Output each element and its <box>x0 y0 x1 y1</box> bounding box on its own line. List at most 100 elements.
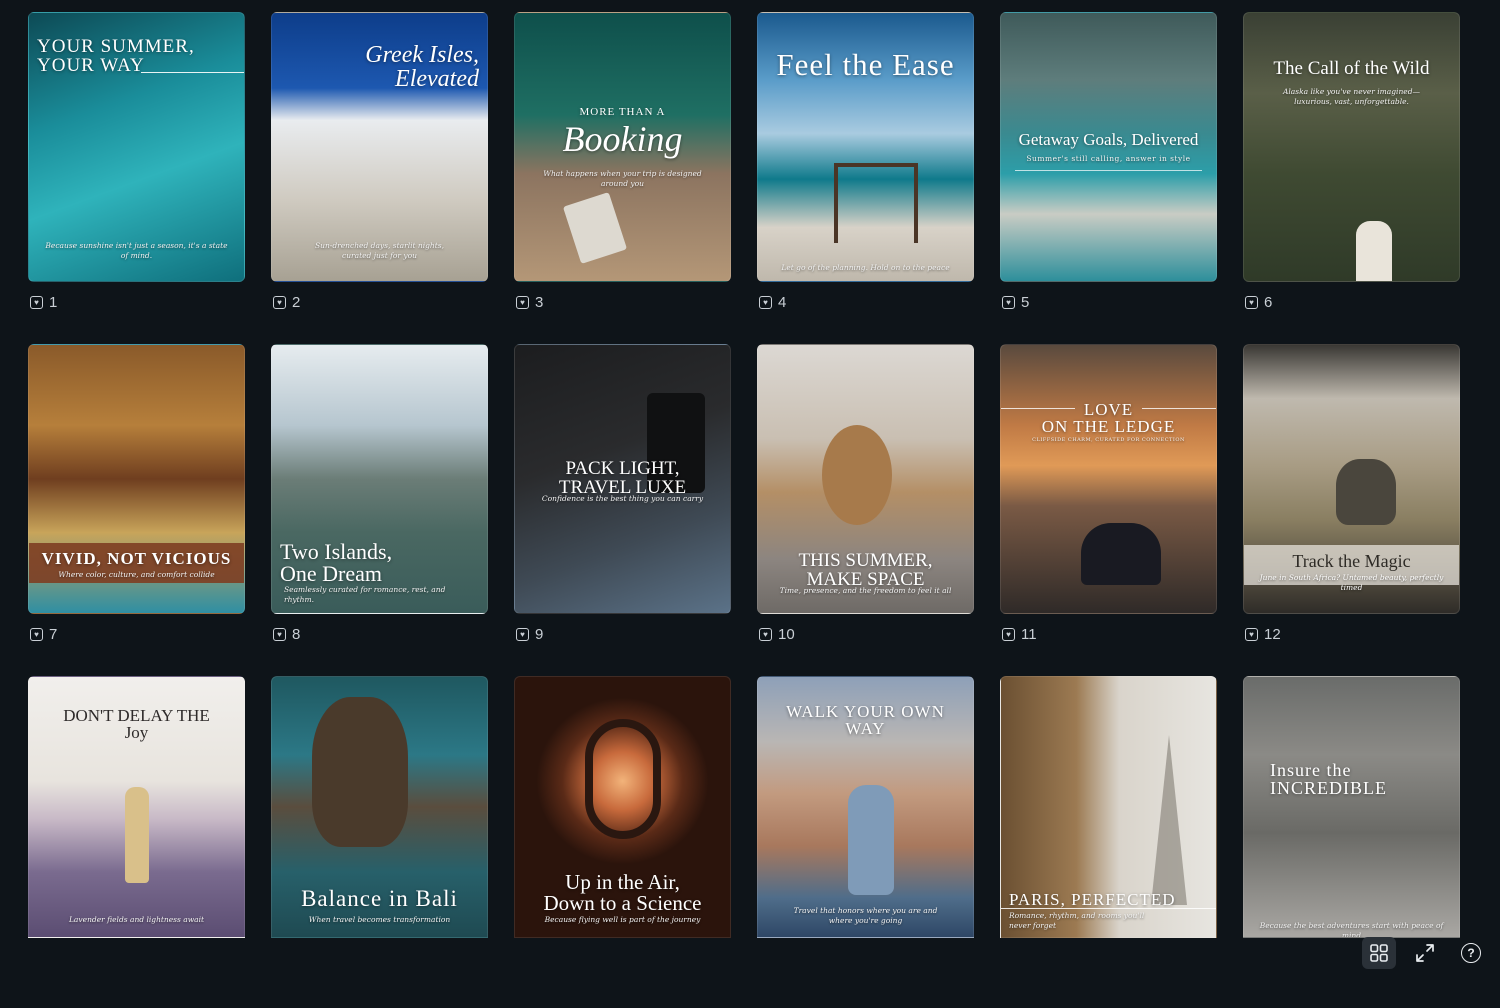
card-number: 7 <box>49 626 58 643</box>
heart-icon[interactable]: ♥ <box>30 296 43 309</box>
card-title: Greek Isles, Elevated <box>365 42 479 92</box>
title-divider <box>141 72 244 73</box>
fullscreen-button[interactable] <box>1408 937 1442 969</box>
template-card[interactable]: PACK LIGHT, TRAVEL LUXE Confidence is th… <box>514 344 731 614</box>
elephant-icon <box>1336 459 1396 525</box>
card-caption: June in South Africa? Untamed beauty, pe… <box>1259 573 1444 592</box>
template-card[interactable]: The Call of the Wild Alaska like you've … <box>1243 12 1460 282</box>
grid-item: Balance in Bali When travel becomes tran… <box>271 676 488 1008</box>
heart-icon[interactable]: ♥ <box>30 628 43 641</box>
template-card[interactable]: VIVID, NOT VICIOUS Where color, culture,… <box>28 344 245 614</box>
card-meta: ♥ 4 <box>759 294 786 311</box>
template-card[interactable]: Feel the Ease Let go of the planning. Ho… <box>757 12 974 282</box>
template-card[interactable]: Getaway Goals, Delivered Summer's still … <box>1000 12 1217 282</box>
template-grid: YOUR SUMMER, YOUR WAY Because sunshine i… <box>28 12 1460 1008</box>
grid-item: MORE THAN A Booking What happens when yo… <box>514 12 731 344</box>
card-meta: ♥ 12 <box>1245 626 1281 643</box>
template-card[interactable]: YOUR SUMMER, YOUR WAY Because sunshine i… <box>28 12 245 282</box>
card-meta: ♥ 2 <box>273 294 300 311</box>
template-card[interactable]: Balance in Bali When travel becomes tran… <box>271 676 488 938</box>
card-number: 1 <box>49 294 58 311</box>
card-meta: ♥ 5 <box>1002 294 1029 311</box>
card-caption: Let go of the planning. Hold on to the p… <box>781 263 950 272</box>
card-title: DON'T DELAY THE Joy <box>63 706 210 742</box>
title-divider <box>1001 908 1216 909</box>
template-card[interactable]: Track the Magic June in South Africa? Un… <box>1243 344 1460 614</box>
template-card[interactable]: Greek Isles, Elevated Sun-drenched days,… <box>271 12 488 282</box>
card-title: WALK YOUR OWN WAY <box>786 702 945 738</box>
woman-figure <box>125 787 149 883</box>
heart-icon[interactable]: ♥ <box>516 628 529 641</box>
eiffel-tower <box>1151 735 1187 905</box>
caption-divider <box>1015 170 1202 171</box>
card-number: 5 <box>1021 294 1030 311</box>
card-caption: Summer's still calling, answer in style <box>1026 154 1191 163</box>
grid-item: THIS SUMMER, MAKE SPACE Time, presence, … <box>757 344 974 676</box>
card-meta: ♥ 9 <box>516 626 543 643</box>
heart-icon[interactable]: ♥ <box>1245 628 1258 641</box>
card-meta: ♥ 7 <box>30 626 57 643</box>
card-caption: Seamlessly curated for romance, rest, an… <box>284 585 446 604</box>
template-card[interactable]: PARIS, PERFECTED Romance, rhythm, and ro… <box>1000 676 1217 938</box>
help-icon: ? <box>1461 943 1481 963</box>
grid-item: LOVE ON THE LEDGE CLIFFSIDE CHARM, CURAT… <box>1000 344 1217 676</box>
card-caption: When travel becomes transformation <box>308 915 451 924</box>
template-card[interactable]: Up in the Air, Down to a Science Because… <box>514 676 731 938</box>
heart-icon[interactable]: ♥ <box>273 296 286 309</box>
card-title: VIVID, NOT VICIOUS <box>41 549 232 568</box>
heart-icon[interactable]: ♥ <box>273 628 286 641</box>
grid-item: Up in the Air, Down to a Science Because… <box>514 676 731 1008</box>
heart-icon[interactable]: ♥ <box>1245 296 1258 309</box>
grid-item: Feel the Ease Let go of the planning. Ho… <box>757 12 974 344</box>
template-card[interactable]: Two Islands, One Dream Seamlessly curate… <box>271 344 488 614</box>
card-number: 3 <box>535 294 544 311</box>
card-meta: ♥ 8 <box>273 626 300 643</box>
swing-frame <box>834 163 918 243</box>
template-card[interactable]: Insure the INCREDIBLE Because the best a… <box>1243 676 1460 938</box>
card-title: Getaway Goals, Delivered <box>1018 130 1199 149</box>
card-caption: Lavender fields and lightness await <box>68 915 205 924</box>
heart-icon[interactable]: ♥ <box>516 296 529 309</box>
card-number: 8 <box>292 626 301 643</box>
grid-item: PARIS, PERFECTED Romance, rhythm, and ro… <box>1000 676 1217 1008</box>
template-card[interactable]: DON'T DELAY THE Joy Lavender fields and … <box>28 676 245 938</box>
card-meta: ♥ 11 <box>1002 626 1037 643</box>
grid-view-button[interactable] <box>1362 937 1396 969</box>
card-title: THIS SUMMER, MAKE SPACE <box>798 550 933 590</box>
grid-view-icon <box>1370 944 1388 962</box>
template-card[interactable]: WALK YOUR OWN WAY Travel that honors whe… <box>757 676 974 938</box>
card-title: Insure the INCREDIBLE <box>1270 760 1387 798</box>
couple-silhouette <box>1081 523 1161 585</box>
card-title: Up in the Air, Down to a Science <box>543 870 702 915</box>
card-number: 11 <box>1021 626 1037 643</box>
card-caption: Confidence is the best thing you can car… <box>541 494 704 503</box>
card-title: Two Islands, One Dream <box>280 539 393 586</box>
card-caption: What happens when your trip is designed … <box>543 169 702 188</box>
hiker-figure <box>848 785 894 895</box>
grid-item: DON'T DELAY THE Joy Lavender fields and … <box>28 676 245 1008</box>
rock-island <box>312 697 408 847</box>
card-title: Track the Magic <box>1292 551 1411 571</box>
card-title: Feel the Ease <box>776 47 955 82</box>
heart-icon[interactable]: ♥ <box>759 628 772 641</box>
card-meta: ♥ 10 <box>759 626 795 643</box>
card-caption: Alaska like you've never imagined—luxuri… <box>1282 87 1421 106</box>
heart-icon[interactable]: ♥ <box>1002 296 1015 309</box>
help-button[interactable]: ? <box>1454 937 1488 969</box>
grid-item: Track the Magic June in South Africa? Un… <box>1243 344 1460 676</box>
view-toolbar: ? <box>1360 933 1500 973</box>
card-caption: CLIFFSIDE CHARM, CURATED FOR CONNECTION <box>1032 437 1185 443</box>
card-number: 2 <box>292 294 301 311</box>
grid-item: VIVID, NOT VICIOUS Where color, culture,… <box>28 344 245 676</box>
template-card[interactable]: LOVE ON THE LEDGE CLIFFSIDE CHARM, CURAT… <box>1000 344 1217 614</box>
card-caption: Sun-drenched days, starlit nights, curat… <box>315 241 444 260</box>
card-caption: Because flying well is part of the journ… <box>544 915 701 924</box>
card-caption: Because sunshine isn't just a season, it… <box>45 241 228 260</box>
card-caption: Romance, rhythm, and rooms you'll never … <box>1009 911 1145 930</box>
grid-item: Two Islands, One Dream Seamlessly curate… <box>271 344 488 676</box>
card-meta: ♥ 3 <box>516 294 543 311</box>
heart-icon[interactable]: ♥ <box>1002 628 1015 641</box>
heart-icon[interactable]: ♥ <box>759 296 772 309</box>
template-card[interactable]: MORE THAN A Booking What happens when yo… <box>514 12 731 282</box>
template-card[interactable]: THIS SUMMER, MAKE SPACE Time, presence, … <box>757 344 974 614</box>
